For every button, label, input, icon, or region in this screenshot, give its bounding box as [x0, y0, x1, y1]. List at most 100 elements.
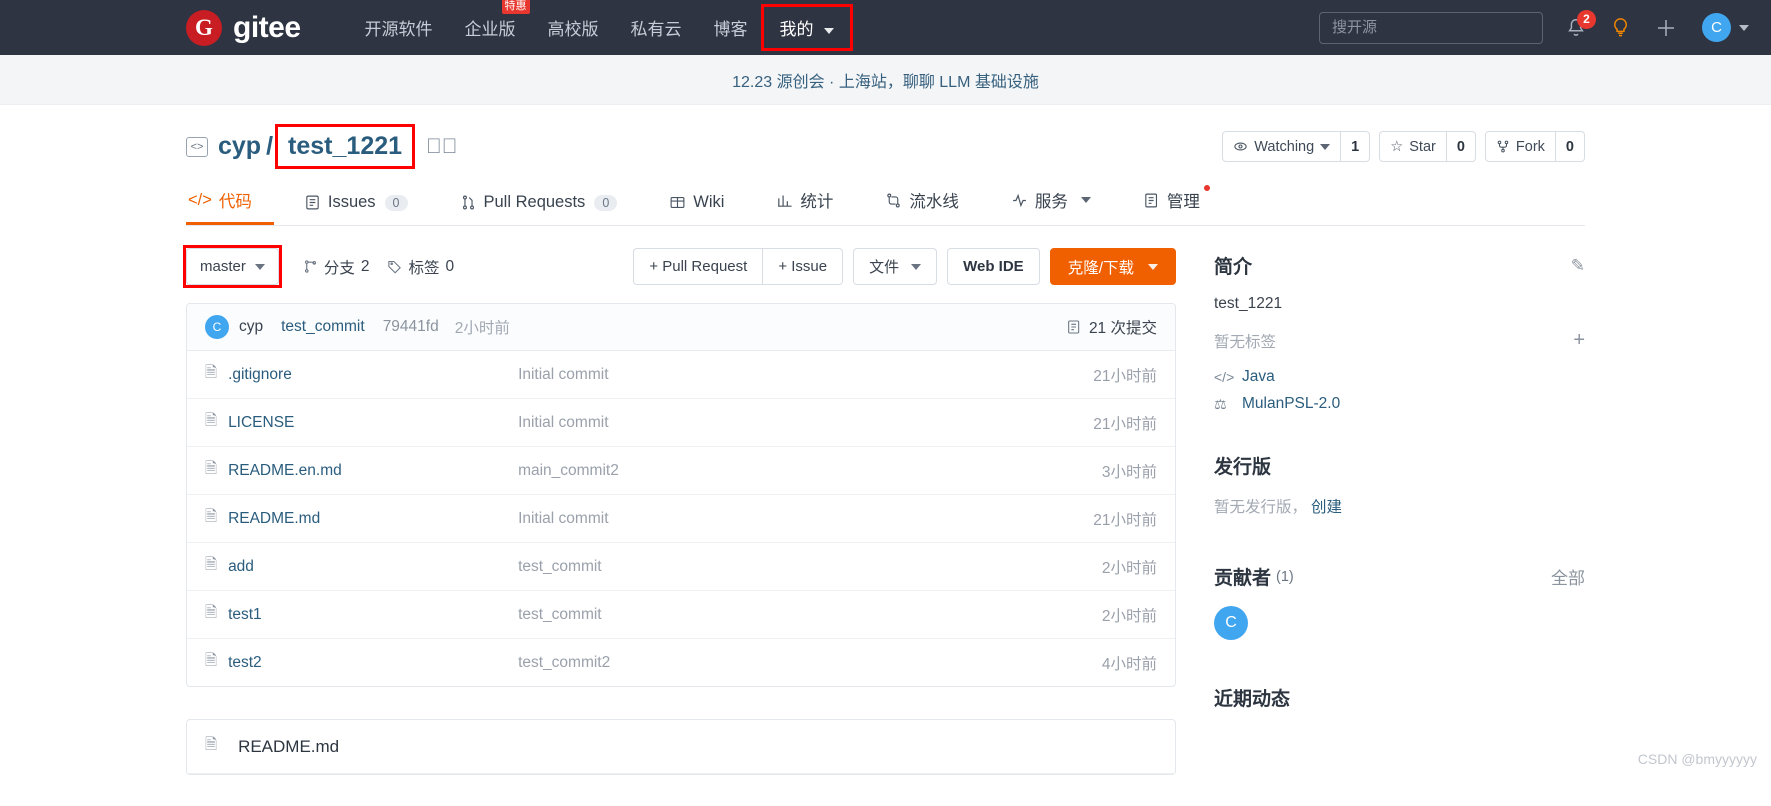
nav-item-mine[interactable]: 我的 [760, 4, 854, 51]
file-commit-time: 2小时前 [1101, 559, 1157, 577]
create-new-button[interactable] [1654, 16, 1678, 40]
file-icon: 🗎 [205, 364, 218, 381]
edit-intro-icon[interactable]: ✎ [1571, 256, 1585, 276]
intro-description-row: test_1221 [1214, 295, 1585, 313]
table-row[interactable]: 🗎 test2 test_commit2 4小时前 [187, 639, 1175, 686]
branches-count: 2 [360, 257, 370, 275]
tab-pull-requests[interactable]: Pull Requests 0 [458, 181, 640, 225]
star-label: Star [1409, 138, 1436, 155]
tab-pipeline[interactable]: 流水线 [883, 176, 981, 225]
tab-code[interactable]: </> 代码 [186, 176, 274, 225]
commit-author-avatar[interactable]: C [205, 315, 229, 339]
tags-link[interactable]: 标签 0 [387, 256, 454, 278]
repo-name-highlight: test_1221 [275, 124, 416, 169]
nav-item-education[interactable]: 高校版 [532, 7, 615, 48]
search-input[interactable] [1319, 11, 1543, 44]
branch-selector-button[interactable]: master [186, 248, 279, 285]
file-name-link[interactable]: LICENSE [228, 414, 518, 432]
fork-button[interactable]: Fork [1484, 131, 1556, 162]
commit-sha[interactable]: 79441fd [383, 318, 439, 336]
repo-owner-link[interactable]: cyp [218, 132, 261, 161]
release-empty-label: 暂无发行版， [1214, 499, 1308, 516]
fork-count[interactable]: 0 [1555, 131, 1585, 162]
file-commit-time: 21小时前 [1093, 367, 1157, 385]
star-count[interactable]: 0 [1446, 131, 1476, 162]
sidebar-section-intro-title: 简介 ✎ [1214, 252, 1585, 279]
sidebar-section-activity-title: 近期动态 [1214, 684, 1585, 711]
code-icon: </> [1214, 369, 1235, 385]
tab-issues[interactable]: Issues 0 [302, 181, 430, 225]
chevron-down-icon [1320, 143, 1331, 150]
file-name-link[interactable]: test2 [228, 654, 518, 672]
file-name-link[interactable]: README.md [228, 510, 518, 528]
sidebar-section-release-title: 发行版 [1214, 452, 1585, 479]
feedback-bulb-button[interactable] [1609, 16, 1632, 39]
clone-download-button[interactable]: 克隆/下载 [1049, 248, 1176, 285]
readme-title: README.md [238, 736, 340, 756]
nav-item-privatecloud[interactable]: 私有云 [615, 7, 698, 48]
add-tag-icon[interactable]: + [1573, 329, 1585, 352]
manage-notification-dot [1203, 185, 1210, 191]
file-name-link[interactable]: README.en.md [228, 462, 518, 480]
table-row[interactable]: 🗎 add test_commit 2小时前 [187, 543, 1175, 591]
tab-wiki[interactable]: Wiki [667, 181, 746, 225]
new-pull-request-button[interactable]: + Pull Request [633, 248, 764, 285]
table-row[interactable]: 🗎 .gitignore Initial commit 21小时前 [187, 351, 1175, 399]
pipeline-icon [887, 193, 901, 207]
branch-name: master [200, 258, 246, 275]
file-name-link[interactable]: .gitignore [228, 366, 518, 384]
code-icon: </> [188, 190, 212, 209]
contributor-avatar[interactable]: C [1214, 606, 1248, 640]
table-row[interactable]: 🗎 README.md Initial commit 21小时前 [187, 495, 1175, 543]
nav-item-enterprise[interactable]: 企业版 特惠 [449, 0, 532, 48]
files-dropdown-button[interactable]: 文件 [853, 248, 938, 285]
file-commit-time: 2小时前 [1101, 607, 1157, 625]
nav-item-blog[interactable]: 博客 [698, 7, 764, 48]
latest-commit-bar: C cyp test_commit 79441fd 2小时前 21 次提交 [187, 304, 1175, 351]
promo-banner: 12.23 源创会 · 上海站，聊聊 LLM 基础设施 [0, 55, 1771, 105]
user-avatar[interactable]: C [1702, 13, 1731, 42]
tab-services[interactable]: 服务 [1009, 176, 1113, 225]
fork-icon [1497, 140, 1509, 153]
promo-badge: 特惠 [501, 0, 530, 14]
license-label: MulanPSL-2.0 [1242, 395, 1341, 412]
notification-bell-button[interactable]: 2 [1565, 9, 1596, 39]
tab-manage[interactable]: 管理 [1141, 176, 1222, 225]
tab-label: 统计 [800, 193, 834, 211]
repo-name-link[interactable]: test_1221 [288, 132, 402, 160]
commit-message[interactable]: test_commit [281, 318, 365, 336]
commit-author-name[interactable]: cyp [239, 318, 263, 336]
tab-label: 服务 [1034, 193, 1068, 211]
table-row[interactable]: 🗎 LICENSE Initial commit 21小时前 [187, 399, 1175, 447]
watch-button[interactable]: Watching [1222, 131, 1342, 162]
watch-count[interactable]: 1 [1341, 131, 1371, 162]
promo-banner-link[interactable]: 12.23 源创会 · 上海站，聊聊 LLM 基础设施 [732, 68, 1039, 92]
file-commit-message: test_commit [518, 605, 602, 623]
nav-label: 高校版 [547, 20, 599, 39]
nav-label: 我的 [779, 20, 814, 39]
star-button[interactable]: ☆ Star [1379, 131, 1447, 162]
file-icon: 🗎 [205, 412, 218, 429]
language-row[interactable]: </> Java [1214, 368, 1585, 386]
file-commit-message: test_commit2 [518, 653, 611, 671]
repo-toolbar-actions: + Pull Request + Issue 文件 Web IDE 克隆/下载 [633, 248, 1176, 285]
contributors-all-link[interactable]: 全部 [1551, 564, 1585, 589]
language-label: Java [1242, 368, 1275, 385]
tab-label: Pull Requests [483, 193, 586, 211]
tab-statistics[interactable]: 统计 [774, 176, 855, 225]
table-row[interactable]: 🗎 test1 test_commit 2小时前 [187, 591, 1175, 639]
file-name-link[interactable]: add [228, 558, 518, 576]
file-name-link[interactable]: test1 [228, 606, 518, 624]
commits-count-link[interactable]: 21 次提交 [1066, 316, 1157, 338]
fork-label: Fork [1515, 138, 1545, 155]
nav-item-opensource[interactable]: 开源软件 [349, 7, 449, 48]
license-row[interactable]: ⚖ MulanPSL-2.0 [1214, 395, 1585, 413]
table-row[interactable]: 🗎 README.en.md main_commit2 3小时前 [187, 447, 1175, 495]
branches-link[interactable]: 分支 2 [303, 256, 370, 278]
user-menu-chevron-down-icon[interactable] [1739, 24, 1749, 31]
create-release-link[interactable]: 创建 [1311, 495, 1342, 517]
gitee-logo[interactable]: G gitee [186, 9, 301, 46]
new-issue-button[interactable]: + Issue [763, 248, 844, 285]
web-ide-button[interactable]: Web IDE [947, 248, 1040, 285]
repo-award-badge-icon[interactable]: ★⃝ [426, 136, 458, 157]
